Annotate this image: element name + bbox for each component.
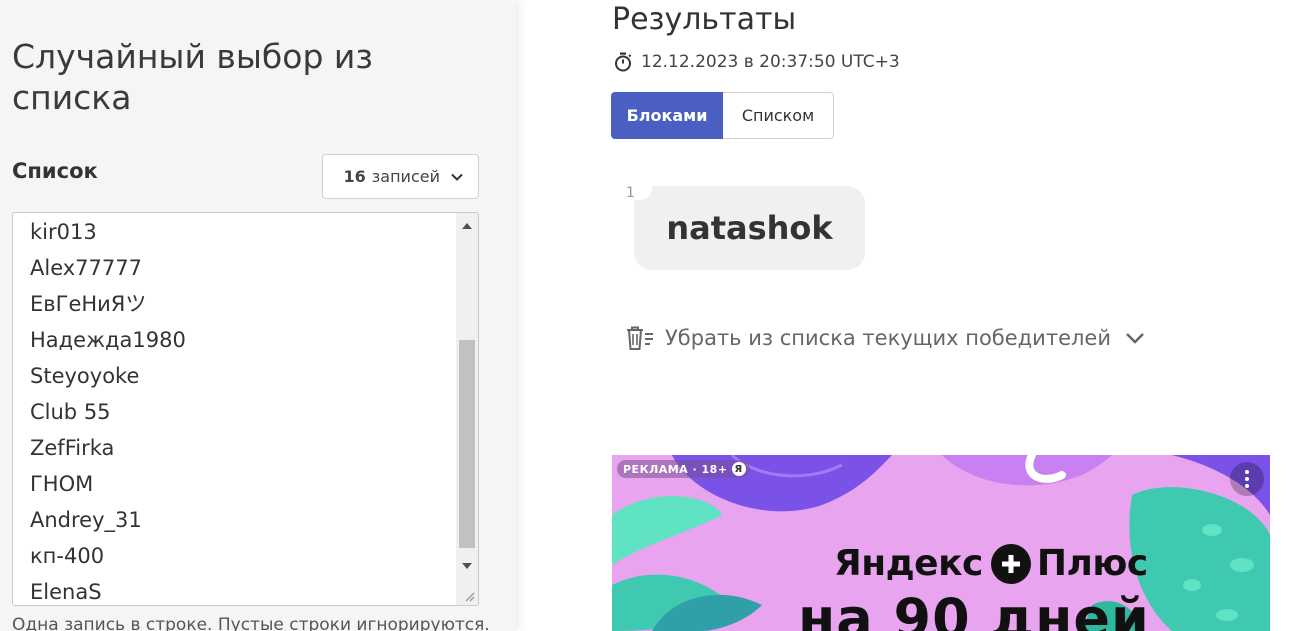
list-entry: ElenaS	[30, 580, 102, 604]
textarea-scrollbar[interactable]	[456, 213, 478, 605]
chevron-down-icon	[1126, 333, 1144, 344]
stopwatch-icon	[615, 52, 632, 72]
ad-brand-right: Плюс	[1036, 543, 1148, 584]
entry-count-dropdown[interactable]: 16 записей	[322, 154, 479, 199]
ad-headline: на 90 дней	[798, 587, 1150, 631]
trash-list-icon	[627, 326, 653, 350]
list-entry: Steyoyoke	[30, 364, 140, 388]
winner-index: 1	[626, 185, 635, 201]
entry-count-suffix: записей	[371, 167, 440, 186]
left-panel: Случайный выбор из списка Список 16 запи…	[0, 0, 516, 631]
view-toggle: Блоками Списком	[611, 92, 834, 139]
list-entries: kir013 Alex77777 ЕвГеНиЯツ Надежда1980 Steyoy…	[30, 214, 454, 605]
results-title: Результаты	[612, 2, 797, 37]
ad-label-text: РЕКЛАМА · 18+	[623, 462, 728, 476]
timestamp-text: 12.12.2023 в 20:37:50 UTC+3	[641, 52, 900, 72]
kebab-menu-icon[interactable]	[1230, 462, 1264, 496]
scroll-up-icon[interactable]	[456, 215, 478, 237]
list-entry: Andrey_31	[30, 508, 142, 532]
results-timestamp: 12.12.2023 в 20:37:50 UTC+3	[614, 52, 900, 72]
ad-label-badge: РЕКЛАМА · 18+ Я	[617, 460, 750, 478]
list-entry: Club 55	[30, 400, 111, 424]
list-entry: кп-400	[30, 544, 105, 568]
plus-logo-icon	[990, 543, 1031, 584]
ad-banner[interactable]: РЕКЛАМА · 18+ Я Яндекс Плюс на 90 дней	[612, 455, 1270, 631]
list-entry: kir013	[30, 220, 97, 244]
ad-brand-left: Яндекс	[834, 543, 983, 584]
remove-winners-toggle[interactable]: Убрать из списка текущих победителей	[625, 325, 1145, 351]
list-entry: ЕвГеНиЯツ	[30, 292, 147, 316]
page-title: Случайный выбор из списка	[12, 37, 373, 117]
chevron-down-icon	[451, 173, 463, 181]
list-entry: ZefFirka	[30, 436, 115, 460]
scrollbar-thumb[interactable]	[459, 340, 475, 548]
remove-winners-label: Убрать из списка текущих победителей	[665, 326, 1111, 350]
list-entry: Alex77777	[30, 256, 142, 280]
scroll-down-icon[interactable]	[456, 555, 478, 577]
ad-brand: Яндекс Плюс	[834, 543, 1148, 584]
winner-card: natashok	[634, 186, 865, 270]
list-entry: Надежда1980	[30, 328, 186, 352]
resize-grip-icon[interactable]	[463, 590, 475, 602]
view-list-button[interactable]: Списком	[723, 92, 834, 139]
list-textarea[interactable]: kir013 Alex77777 ЕвГеНиЯツ Надежда1980 Steyoy…	[12, 212, 479, 606]
list-label: Список	[12, 159, 98, 183]
list-hint: Одна запись в строке. Пустые строки игно…	[12, 615, 490, 631]
yandex-logo-icon: Я	[731, 462, 746, 476]
view-blocks-button[interactable]: Блоками	[611, 92, 723, 139]
list-entry: ГНОМ	[30, 472, 94, 496]
entry-count-value: 16	[343, 167, 366, 186]
